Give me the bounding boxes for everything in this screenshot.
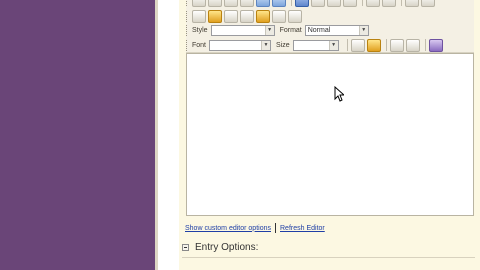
refresh-editor-link[interactable]: Refresh Editor bbox=[280, 225, 325, 232]
source-mode-icon[interactable] bbox=[295, 0, 309, 7]
show-blocks-icon[interactable] bbox=[405, 38, 420, 52]
format-select[interactable]: Normal ▼ bbox=[304, 24, 369, 36]
chevron-down-icon[interactable]: ▼ bbox=[264, 25, 274, 35]
chevron-down-icon[interactable]: ▼ bbox=[358, 25, 368, 35]
toolbar-separator bbox=[362, 0, 363, 6]
cut-icon[interactable] bbox=[192, 0, 206, 7]
paste-text-icon[interactable] bbox=[240, 0, 254, 7]
toolbar-separator bbox=[401, 0, 402, 6]
table-icon[interactable] bbox=[224, 9, 238, 23]
editor-text-area[interactable] bbox=[186, 53, 474, 216]
font-select[interactable]: ▼ bbox=[209, 39, 272, 51]
entry-options-header[interactable]: Entry Options: bbox=[182, 242, 258, 253]
special-char-icon[interactable] bbox=[272, 9, 286, 23]
replace-icon[interactable] bbox=[382, 0, 396, 7]
templates-icon[interactable] bbox=[327, 0, 341, 7]
redo-icon[interactable] bbox=[272, 0, 286, 7]
select-all-icon[interactable] bbox=[405, 0, 419, 7]
smiley-icon[interactable] bbox=[256, 9, 270, 23]
undo-icon[interactable] bbox=[256, 0, 270, 7]
toolbar-row-3: Style ▼ Format Normal ▼ bbox=[186, 22, 374, 38]
format-label: Format bbox=[279, 26, 302, 34]
collapse-toggle-icon[interactable] bbox=[182, 244, 189, 251]
mouse-pointer-icon bbox=[334, 86, 344, 102]
toolbar-separator bbox=[291, 0, 292, 6]
toolbar-grip bbox=[186, 39, 190, 51]
rich-text-toolbar: Style ▼ Format Normal ▼ Font ▼ Size ▼ bbox=[186, 0, 474, 53]
preview-icon[interactable] bbox=[311, 0, 325, 7]
image-icon[interactable] bbox=[192, 9, 206, 23]
toolbar-grip bbox=[186, 24, 190, 36]
find-icon[interactable] bbox=[366, 0, 380, 7]
left-sidebar-panel bbox=[0, 0, 155, 270]
toolbar-grip bbox=[186, 10, 190, 22]
editor-content-area: Style ▼ Format Normal ▼ Font ▼ Size ▼ Sh… bbox=[179, 0, 480, 270]
toolbar-separator bbox=[424, 39, 426, 51]
toolbar-row-4: Font ▼ Size ▼ bbox=[186, 37, 445, 53]
horizontal-rule-icon[interactable] bbox=[240, 9, 254, 23]
toolbar-separator bbox=[346, 39, 348, 51]
size-select[interactable]: ▼ bbox=[292, 39, 339, 51]
font-label: Font bbox=[192, 41, 207, 49]
size-label: Size bbox=[276, 41, 290, 49]
show-custom-editor-options-link[interactable]: Show custom editor options bbox=[185, 225, 271, 232]
text-color-icon[interactable] bbox=[350, 38, 365, 52]
editor-links: Show custom editor options Refresh Edito… bbox=[185, 223, 325, 233]
flash-icon[interactable] bbox=[208, 9, 222, 23]
maximize-icon[interactable] bbox=[389, 38, 404, 52]
style-select[interactable]: ▼ bbox=[210, 24, 275, 36]
format-select-value: Normal bbox=[307, 26, 331, 34]
background-color-icon[interactable] bbox=[366, 38, 381, 52]
content-gutter bbox=[158, 0, 179, 270]
about-icon[interactable] bbox=[428, 38, 443, 52]
remove-format-icon[interactable] bbox=[421, 0, 435, 7]
toolbar-row-1 bbox=[186, 0, 437, 8]
page-break-icon[interactable] bbox=[288, 9, 302, 23]
link-separator bbox=[275, 223, 276, 233]
chevron-down-icon[interactable]: ▼ bbox=[261, 40, 271, 50]
chevron-down-icon[interactable]: ▼ bbox=[328, 40, 338, 50]
paste-icon[interactable] bbox=[224, 0, 238, 7]
section-divider bbox=[182, 257, 475, 258]
print-icon[interactable] bbox=[343, 0, 357, 7]
copy-icon[interactable] bbox=[208, 0, 222, 7]
toolbar-separator bbox=[385, 39, 387, 51]
style-label: Style bbox=[192, 26, 208, 34]
toolbar-grip bbox=[186, 0, 190, 6]
section-title: Entry Options: bbox=[195, 242, 259, 253]
